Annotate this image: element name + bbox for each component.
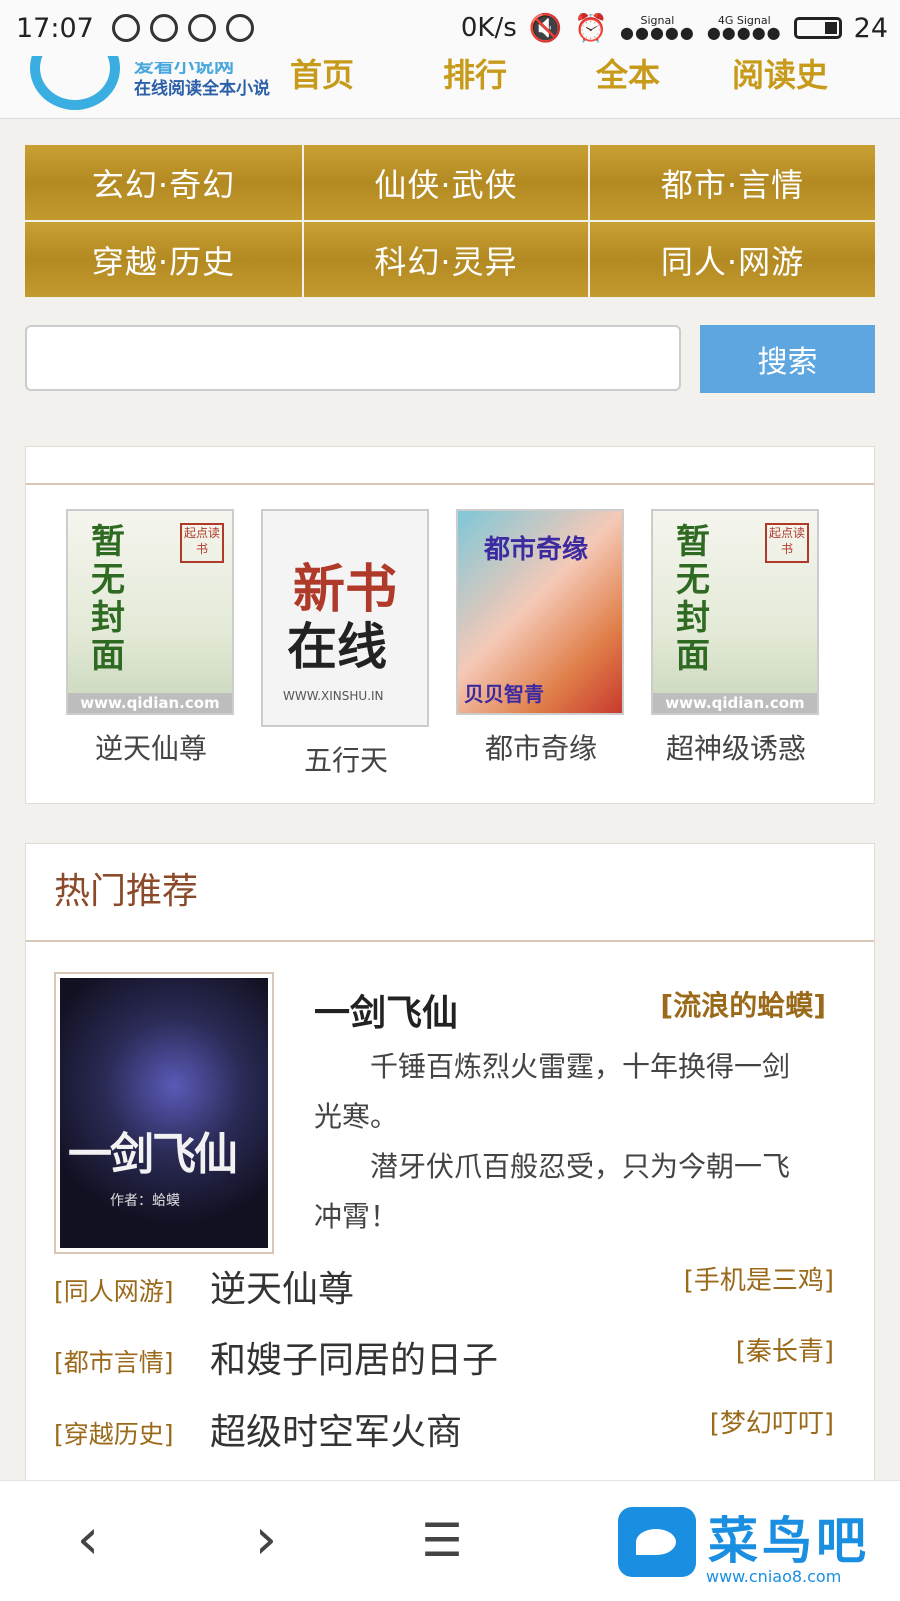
book-cover[interactable]: 新书 在线 WWW.XINSHU.IN bbox=[261, 509, 429, 727]
cover-title: 一剑飞仙 bbox=[68, 1129, 238, 1180]
logo[interactable]: 爱看小说网 在线阅读全本小说 bbox=[134, 62, 270, 99]
featured-book-cover[interactable]: 一剑飞仙 作者：蛤蟆 bbox=[54, 972, 274, 1254]
featured-book-description: 千锤百炼烈火雷霆，十年换得一剑光寒。 潜牙伏爪百般忍受，只为今朝一飞冲霄！ bbox=[314, 1042, 814, 1242]
alarm-icon: ⏰ bbox=[574, 13, 609, 44]
cover-author: 贝贝智青 bbox=[464, 682, 544, 706]
list-item[interactable]: [都市言情] 和嫂子同居的日子 [秦长青] bbox=[54, 1325, 834, 1385]
cover-author: 作者：蛤蟆 bbox=[110, 1193, 180, 1209]
watermark: 菜鸟吧 www.cniao8.com bbox=[618, 1501, 888, 1591]
book-card[interactable]: 暂无封面 起点读书 www.qidian.com 超神级诱惑 bbox=[651, 509, 821, 767]
mute-icon: 🔇 bbox=[528, 13, 563, 44]
nav-ranking[interactable]: 排行 bbox=[443, 50, 596, 96]
book-cover[interactable]: 都市奇缘 贝贝智青 bbox=[456, 509, 624, 715]
book-title[interactable]: 超神级诱惑 bbox=[651, 727, 821, 767]
book-author[interactable]: [秦长青] bbox=[736, 1331, 834, 1368]
site-header: 爱看小说网 在线阅读全本小说 首页 排行 全本 阅读史 bbox=[0, 26, 900, 119]
nav-home[interactable]: 首页 bbox=[290, 50, 443, 96]
back-icon[interactable]: ‹ bbox=[48, 1505, 128, 1575]
section-heading: 热门推荐 bbox=[26, 844, 874, 942]
status-bar: 17:07 0K/s 🔇 ⏰ Signal ●●●●● 4G Signal ●●●●… bbox=[0, 0, 900, 56]
book-card[interactable]: 都市奇缘 贝贝智青 都市奇缘 bbox=[456, 509, 626, 767]
menu-icon[interactable]: ☰ bbox=[402, 1505, 482, 1575]
cover-text: 都市奇缘 bbox=[484, 535, 589, 565]
book-author[interactable]: [梦幻叮叮] bbox=[710, 1403, 834, 1440]
link-icon bbox=[111, 14, 140, 42]
category-grid: 玄幻·奇幻 仙侠·武侠 都市·言情 穿越·历史 科幻·灵异 同人·网游 bbox=[25, 145, 875, 297]
bird-logo-icon bbox=[618, 1507, 696, 1577]
category-dushi[interactable]: 都市·言情 bbox=[590, 145, 875, 220]
book-title[interactable]: 逆天仙尊 bbox=[66, 727, 236, 767]
chat-icon bbox=[187, 14, 216, 42]
category-chuanyue[interactable]: 穿越·历史 bbox=[25, 222, 302, 297]
forward-icon[interactable]: › bbox=[226, 1505, 306, 1575]
featured-covers-panel: 暂无封面 起点读书 www.qidian.com 逆天仙尊 新书 在线 WWW.… bbox=[25, 446, 875, 804]
cover-image: 一剑飞仙 作者：蛤蟆 bbox=[60, 978, 268, 1248]
main-nav: 首页 排行 全本 阅读史 bbox=[290, 50, 828, 96]
status-notification-icons bbox=[111, 14, 254, 42]
search-input[interactable] bbox=[25, 325, 681, 391]
cover-text: 暂无封面 bbox=[91, 522, 125, 676]
book-title[interactable]: 超级时空军火商 bbox=[210, 1403, 462, 1455]
cover-stamp: 起点读书 bbox=[765, 523, 809, 563]
book-card[interactable]: 新书 在线 WWW.XINSHU.IN 五行天 bbox=[261, 509, 431, 779]
browser-toolbar: ‹ › ☰ 菜鸟吧 www.cniao8.com bbox=[0, 1480, 900, 1601]
battery-icon bbox=[793, 17, 842, 39]
featured-book-title[interactable]: 一剑飞仙 bbox=[314, 984, 458, 1036]
status-time: 17:07 bbox=[16, 12, 94, 44]
hot-recommend-panel: 热门推荐 一剑飞仙 作者：蛤蟆 一剑飞仙 [流浪的蛤蟆] 千锤百炼烈火雷霆，十年… bbox=[25, 843, 875, 1483]
category-kehuan[interactable]: 科幻·灵异 bbox=[304, 222, 588, 297]
book-category-tag[interactable]: [同人网游] bbox=[54, 1272, 174, 1308]
nav-complete[interactable]: 全本 bbox=[596, 50, 732, 96]
book-cover[interactable]: 暂无封面 起点读书 www.qidian.com bbox=[651, 509, 819, 715]
signal-2: 4G Signal ●●●●● bbox=[706, 14, 782, 42]
network-speed: 0K/s bbox=[460, 13, 517, 43]
book-card[interactable]: 暂无封面 起点读书 www.qidian.com 逆天仙尊 bbox=[66, 509, 236, 767]
book-cover[interactable]: 暂无封面 起点读书 www.qidian.com bbox=[66, 509, 234, 715]
category-xuanhuan[interactable]: 玄幻·奇幻 bbox=[25, 145, 302, 220]
book-category-tag[interactable]: [穿越历史] bbox=[54, 1415, 174, 1451]
list-item[interactable]: [同人网游] 逆天仙尊 [手机是三鸡] bbox=[54, 1254, 834, 1314]
cover-text: 暂无封面 bbox=[676, 522, 710, 676]
book-category-tag[interactable]: [都市言情] bbox=[54, 1343, 174, 1379]
signal-1: Signal ●●●●● bbox=[620, 14, 695, 42]
panel-top-bar bbox=[26, 447, 874, 485]
app-notification-icon bbox=[149, 14, 178, 42]
book-author[interactable]: [手机是三鸡] bbox=[684, 1260, 834, 1297]
cover-url: www.qidian.com bbox=[68, 693, 232, 713]
description-paragraph: 潜牙伏爪百般忍受，只为今朝一飞冲霄！ bbox=[314, 1150, 791, 1233]
category-tongren[interactable]: 同人·网游 bbox=[590, 222, 875, 297]
cover-url: WWW.XINSHU.IN bbox=[283, 689, 384, 703]
category-xianxia[interactable]: 仙侠·武侠 bbox=[304, 145, 588, 220]
search-button[interactable]: 搜索 bbox=[700, 325, 875, 393]
list-item[interactable]: [穿越历史] 超级时空军火商 [梦幻叮叮] bbox=[54, 1397, 834, 1457]
cover-stamp: 起点读书 bbox=[180, 523, 224, 563]
battery-level: 24 bbox=[853, 12, 888, 44]
nav-history[interactable]: 阅读史 bbox=[732, 50, 828, 96]
featured-book-author[interactable]: [流浪的蛤蟆] bbox=[660, 984, 826, 1024]
cover-url: www.qidian.com bbox=[653, 693, 817, 713]
book-title[interactable]: 都市奇缘 bbox=[456, 727, 626, 767]
book-title[interactable]: 逆天仙尊 bbox=[210, 1260, 354, 1312]
book-title[interactable]: 五行天 bbox=[261, 739, 431, 779]
watermark-text: 菜鸟吧 bbox=[708, 1512, 870, 1570]
watermark-url: www.cniao8.com bbox=[706, 1567, 842, 1586]
description-paragraph: 千锤百炼烈火雷霆，十年换得一剑光寒。 bbox=[314, 1050, 791, 1133]
cover-text: 在线 bbox=[287, 618, 387, 676]
logo-title: 爱看小说网 bbox=[134, 62, 234, 74]
shield-icon bbox=[225, 14, 254, 42]
logo-subtitle: 在线阅读全本小说 bbox=[134, 79, 270, 99]
book-title[interactable]: 和嫂子同居的日子 bbox=[210, 1331, 498, 1383]
